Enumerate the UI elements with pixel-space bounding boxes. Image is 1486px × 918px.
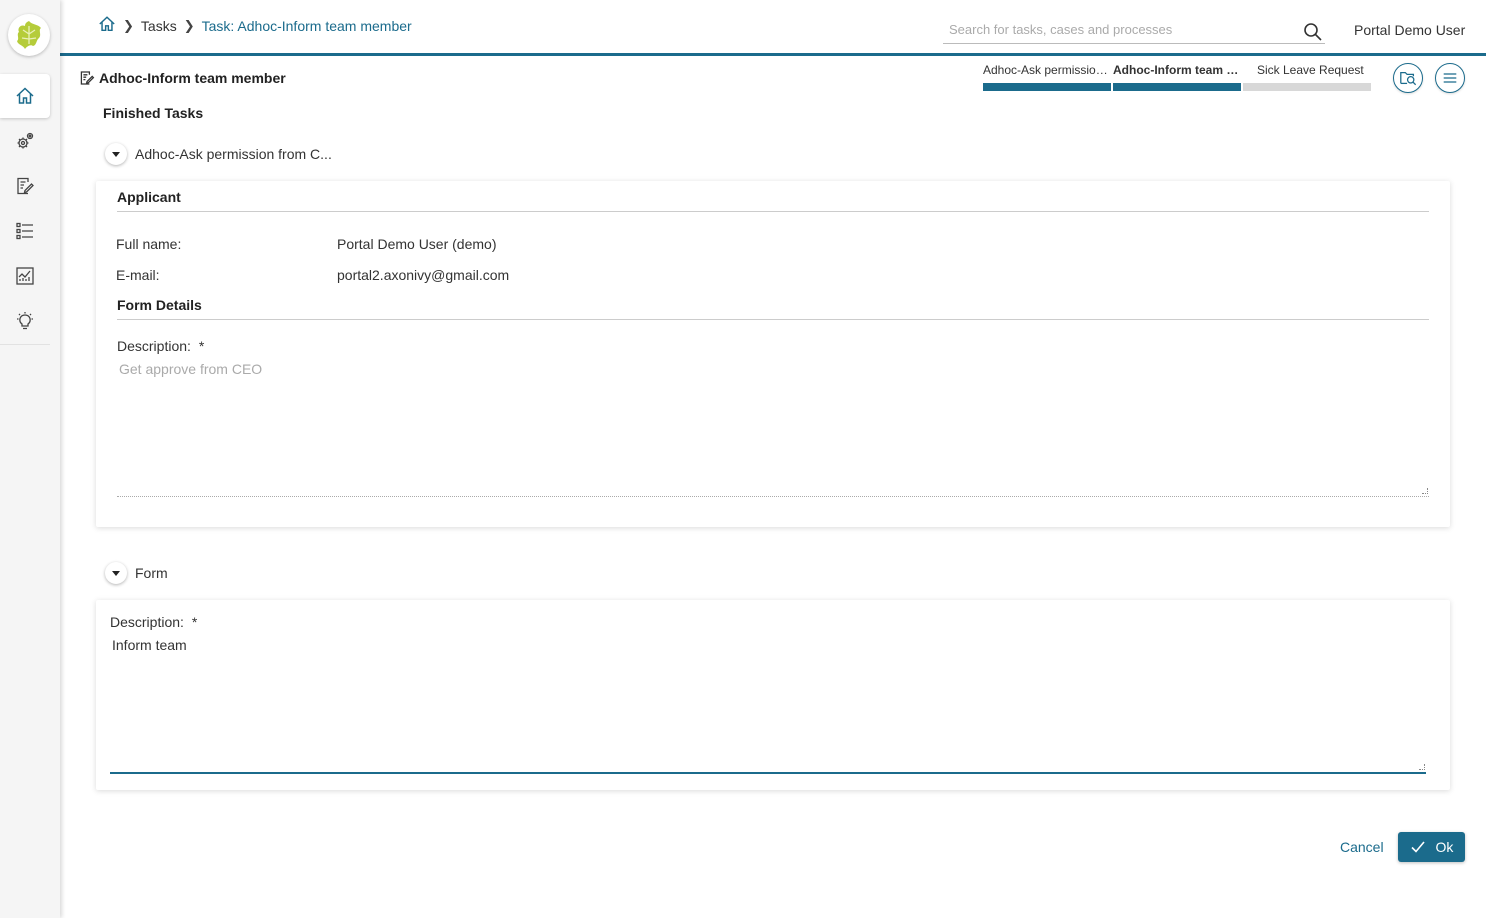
- menu-icon: [1443, 73, 1457, 83]
- description-label: Description: *: [117, 338, 204, 354]
- page-title-text: Adhoc-Inform team member: [99, 70, 286, 86]
- caret-down-icon[interactable]: [105, 143, 127, 165]
- step-done: Adhoc-Ask permission from CEO: [983, 63, 1111, 91]
- step-label: Sick Leave Request: [1257, 63, 1364, 77]
- finished-task-toggle[interactable]: Adhoc-Ask permission from C...: [105, 143, 332, 165]
- breadcrumb-current: Task: Adhoc-Inform team member: [201, 18, 412, 34]
- home-icon[interactable]: [98, 15, 116, 33]
- form-toggle[interactable]: Form: [105, 562, 168, 584]
- description-textarea-value: Inform team: [112, 637, 187, 653]
- finished-task-panel: Applicant Full name: Portal Demo User (d…: [96, 181, 1450, 527]
- resize-handle-icon: [1422, 488, 1428, 494]
- process-steps: Adhoc-Ask permission from CEO Adhoc-Info…: [983, 63, 1373, 91]
- form-details-title: Form Details: [117, 297, 202, 313]
- full-name-value: Portal Demo User (demo): [337, 236, 497, 252]
- app-logo[interactable]: [8, 14, 50, 56]
- step-bar: [983, 83, 1111, 91]
- sidebar: [0, 0, 60, 918]
- global-search: [943, 16, 1325, 44]
- description-readonly-value: Get approve from CEO: [119, 361, 263, 377]
- email-value: portal2.axonivy@gmail.com: [337, 267, 510, 283]
- page-title: Adhoc-Inform team member: [79, 70, 286, 86]
- sidebar-item-showcase[interactable]: [0, 299, 50, 343]
- sidebar-item-statistics[interactable]: [0, 254, 50, 298]
- lightbulb-icon: [17, 312, 33, 330]
- top-bar: ❯ Tasks ❯ Task: Adhoc-Inform team member…: [60, 0, 1486, 56]
- home-icon: [16, 87, 34, 104]
- statistics-icon: [16, 267, 34, 285]
- sidebar-menu: [0, 74, 50, 344]
- caret-down-icon[interactable]: [105, 562, 127, 584]
- case-details-icon: [1400, 71, 1417, 86]
- step-current: Adhoc-Inform team member: [1113, 63, 1241, 91]
- ok-button[interactable]: Ok: [1398, 832, 1465, 862]
- applicant-title: Applicant: [117, 189, 181, 205]
- email-label: E-mail:: [116, 267, 160, 283]
- breadcrumb: ❯ Tasks ❯ Task: Adhoc-Inform team member: [98, 15, 412, 34]
- finished-task-label: Adhoc-Ask permission from C...: [135, 146, 332, 162]
- divider: [117, 211, 1429, 212]
- required-mark: *: [191, 614, 198, 630]
- description-textarea[interactable]: Inform team: [110, 635, 1426, 774]
- breadcrumb-tasks[interactable]: Tasks: [141, 18, 177, 34]
- process-gears-icon: [17, 132, 34, 149]
- form-panel: Description: * Inform team: [96, 600, 1450, 790]
- required-mark: *: [198, 338, 205, 354]
- step-bar: [1113, 83, 1241, 91]
- resize-handle-icon[interactable]: [1419, 764, 1425, 770]
- form-toggle-label: Form: [135, 565, 168, 581]
- step-label: Adhoc-Ask permission from CEO: [983, 63, 1111, 77]
- form-description-label-text: Description:: [110, 614, 184, 630]
- form-description-label: Description: *: [110, 614, 197, 630]
- sidebar-item-tasks[interactable]: [0, 164, 50, 208]
- user-menu[interactable]: Portal Demo User: [1354, 22, 1465, 38]
- full-name-label: Full name:: [116, 236, 182, 252]
- divider: [117, 319, 1429, 320]
- task-edit-icon: [17, 177, 34, 195]
- sidebar-item-cases[interactable]: [0, 209, 50, 253]
- search-icon[interactable]: [1303, 22, 1323, 42]
- case-list-icon: [16, 222, 33, 240]
- step-bar: [1243, 83, 1371, 91]
- description-readonly-textarea: Get approve from CEO: [117, 359, 1429, 497]
- step-todo: Sick Leave Request: [1243, 63, 1371, 91]
- cancel-button[interactable]: Cancel: [1340, 839, 1384, 855]
- step-label: Adhoc-Inform team member: [1113, 63, 1241, 77]
- description-label-text: Description:: [117, 338, 191, 354]
- chevron-right-icon: ❯: [183, 18, 195, 33]
- ivy-leaf-logo-icon: [17, 21, 41, 49]
- chevron-right-icon: ❯: [123, 18, 134, 33]
- finished-tasks-title: Finished Tasks: [103, 105, 204, 121]
- sidebar-item-processes[interactable]: [0, 119, 50, 163]
- case-details-button[interactable]: [1393, 63, 1423, 93]
- task-menu-button[interactable]: [1435, 63, 1465, 93]
- sidebar-item-home[interactable]: [0, 74, 50, 118]
- search-input[interactable]: [943, 16, 1283, 42]
- check-icon: [1410, 841, 1425, 853]
- ok-button-label: Ok: [1435, 839, 1454, 855]
- task-edit-icon: [80, 71, 95, 85]
- sidebar-divider: [0, 344, 50, 345]
